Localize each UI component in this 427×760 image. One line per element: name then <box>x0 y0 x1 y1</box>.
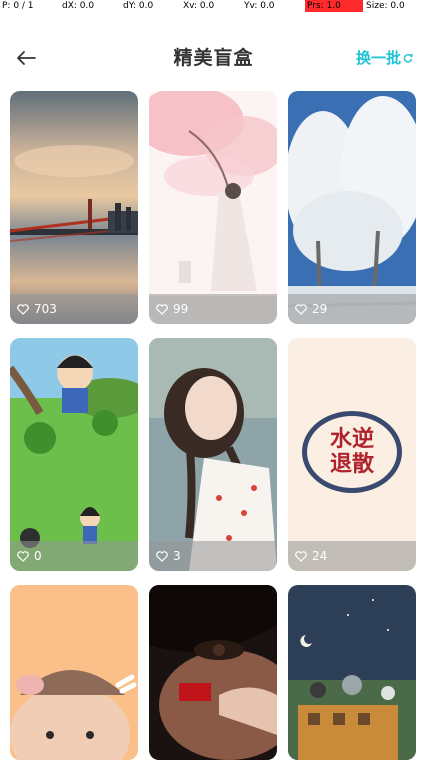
cartoon-boy-image <box>10 338 138 571</box>
heart-icon <box>156 550 168 562</box>
card-cherry-blossom[interactable]: 99 <box>149 91 277 324</box>
blind-box-grid: 703 99 29 0 3 水逆退散 24 <box>0 0 427 760</box>
card-cartoon-boy[interactable]: 0 <box>10 338 138 571</box>
cherry-blossom-image <box>149 91 277 324</box>
heart-icon <box>17 550 29 562</box>
snowy-trees-image <box>288 91 416 324</box>
night-scene-image <box>288 585 416 760</box>
bridge-sunset-image <box>10 91 138 324</box>
like-count: 3 <box>173 549 181 563</box>
like-count: 24 <box>312 549 328 563</box>
stamp-image: 水逆退散 <box>288 338 416 571</box>
eye-closeup-image <box>149 585 277 760</box>
heart-icon <box>156 303 168 315</box>
like-count: 29 <box>312 302 328 316</box>
like-bar: 24 <box>288 541 416 571</box>
stamp-seal: 水逆退散 <box>302 411 402 493</box>
girl-portrait-image <box>149 338 277 571</box>
stamp-text: 水逆退散 <box>329 426 374 477</box>
card-cartoon-pig[interactable] <box>10 585 138 760</box>
like-count: 99 <box>173 302 189 316</box>
card-stamp[interactable]: 水逆退散 24 <box>288 338 416 571</box>
like-bar: 703 <box>10 294 138 324</box>
card-bridge-sunset[interactable]: 703 <box>10 91 138 324</box>
like-bar: 29 <box>288 294 416 324</box>
heart-icon <box>17 303 29 315</box>
like-bar: 0 <box>10 541 138 571</box>
heart-icon <box>295 550 307 562</box>
like-count: 703 <box>34 302 57 316</box>
like-bar: 99 <box>149 294 277 324</box>
card-night-scene[interactable] <box>288 585 416 760</box>
card-girl-portrait[interactable]: 3 <box>149 338 277 571</box>
like-count: 0 <box>34 549 42 563</box>
like-bar: 3 <box>149 541 277 571</box>
heart-icon <box>295 303 307 315</box>
cartoon-pig-image <box>10 585 138 760</box>
card-eye-closeup[interactable] <box>149 585 277 760</box>
card-snowy-trees[interactable]: 29 <box>288 91 416 324</box>
